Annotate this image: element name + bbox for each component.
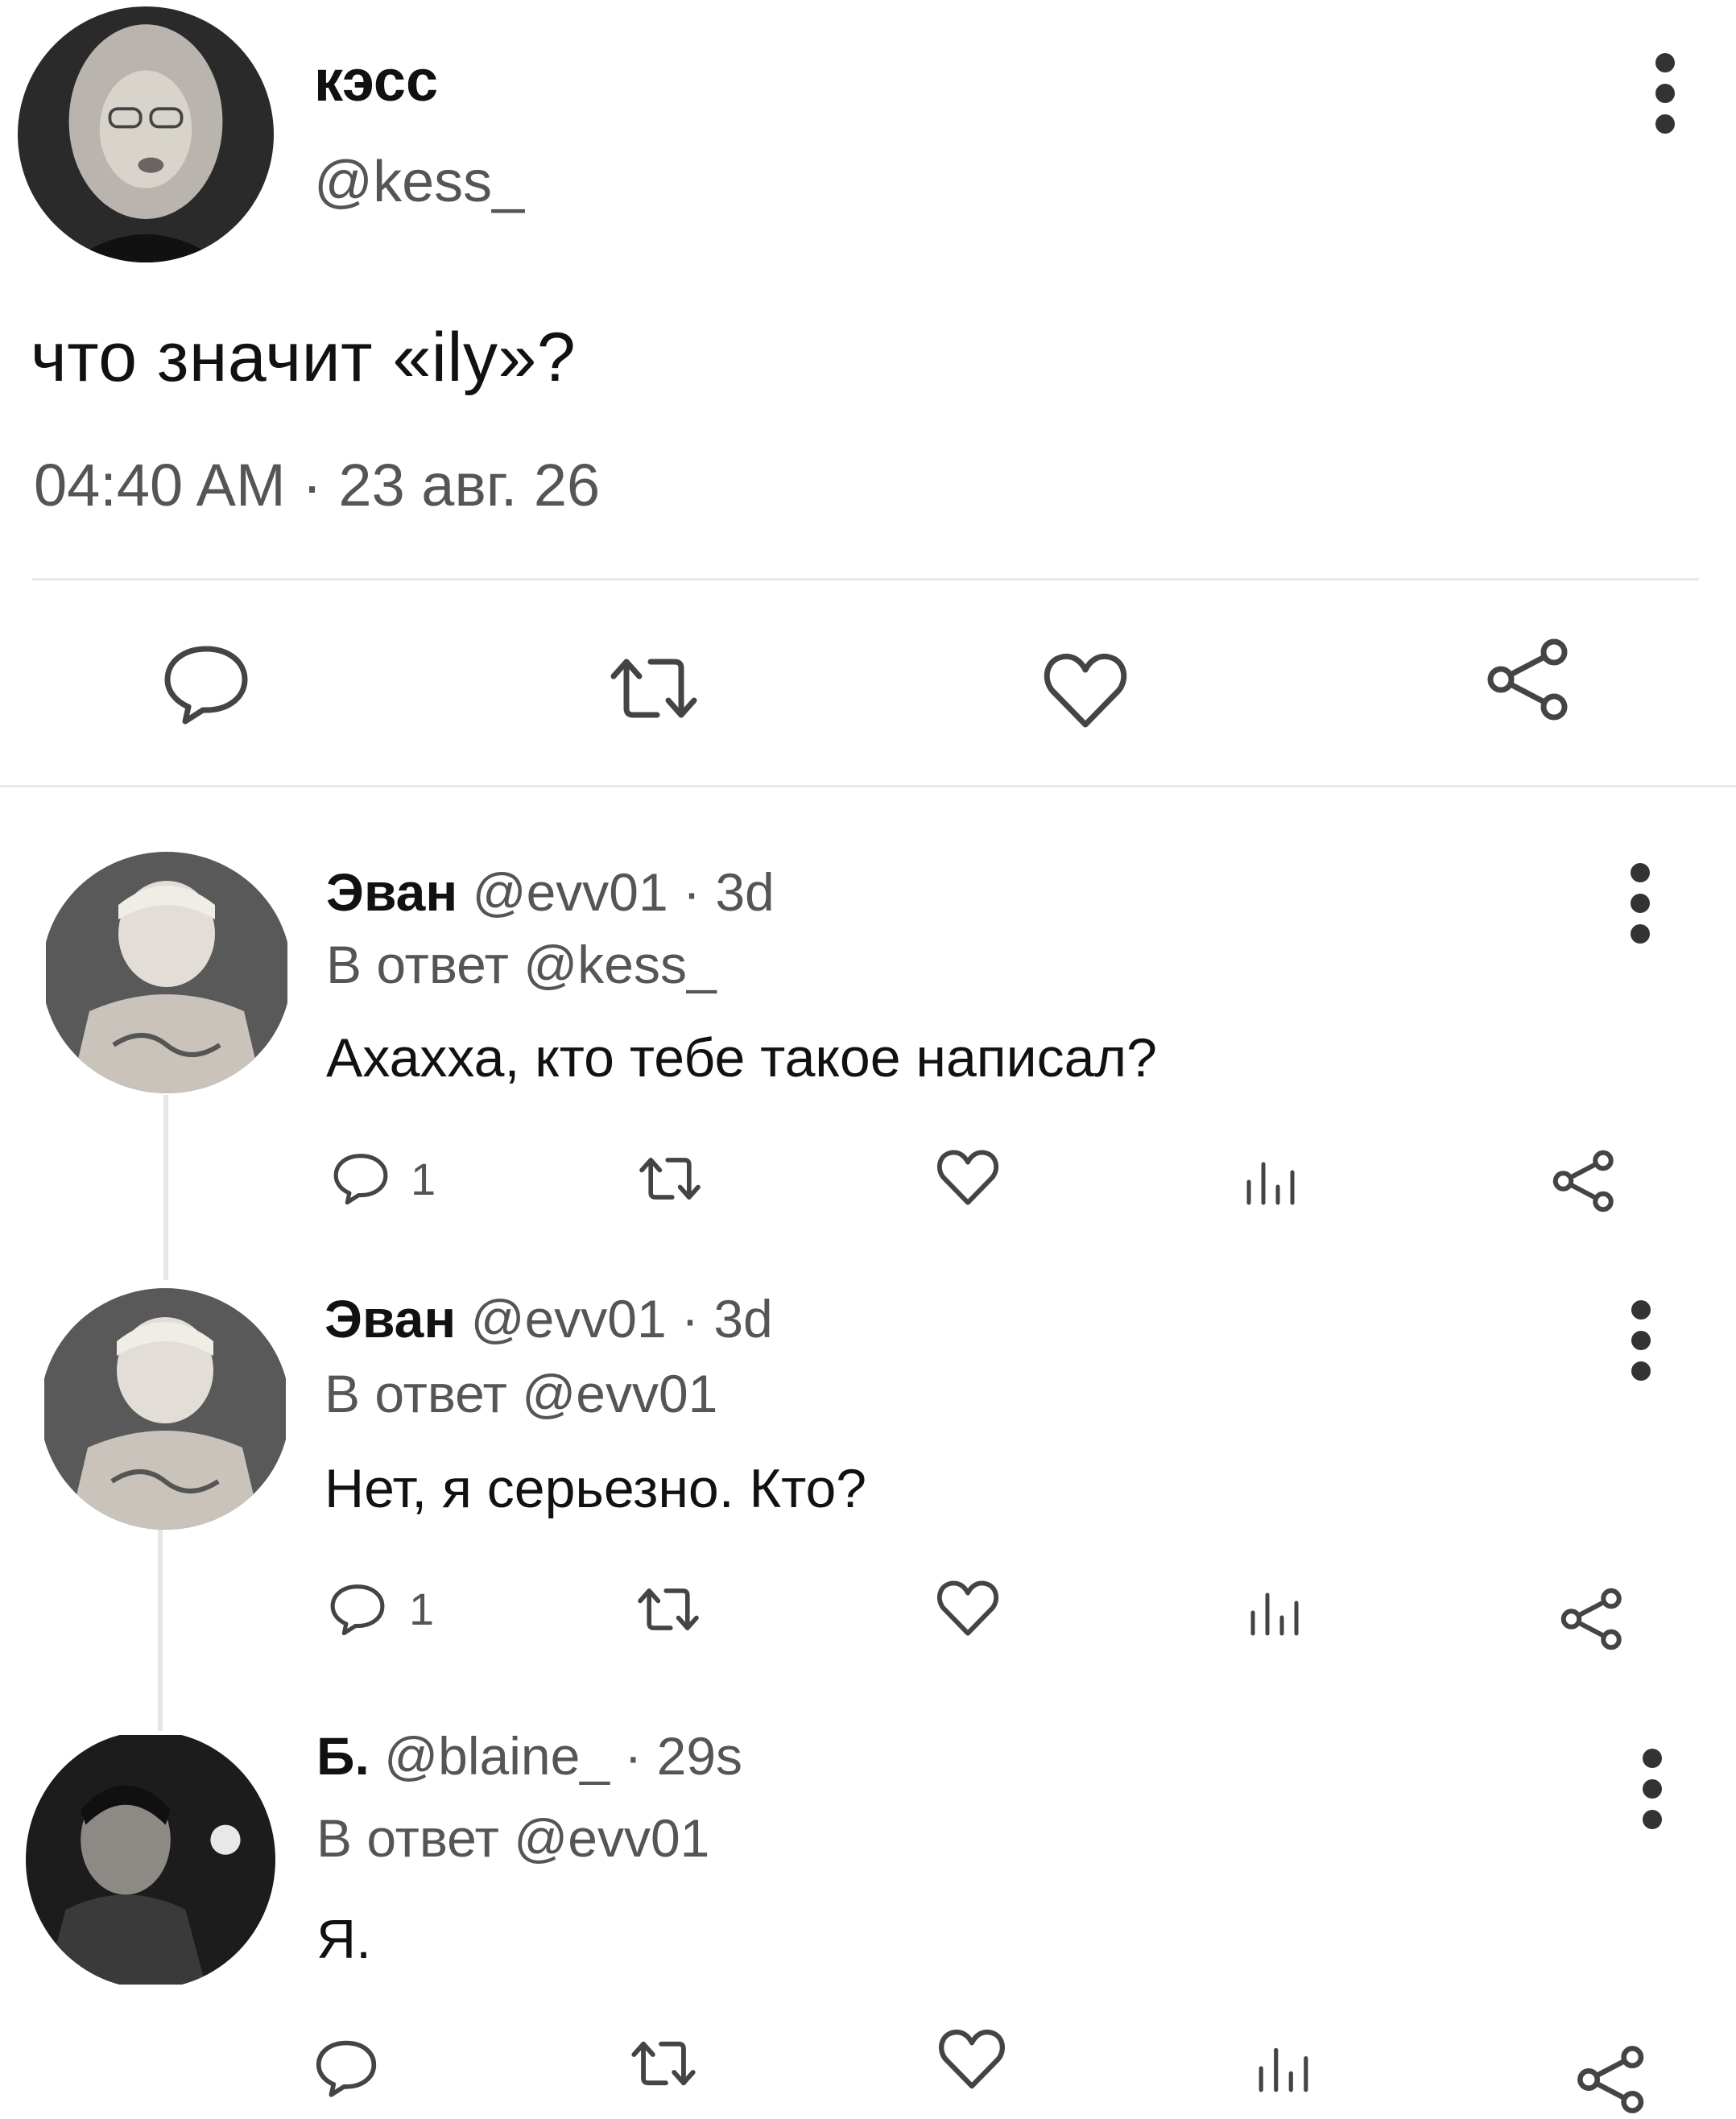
avatar-blaine[interactable] xyxy=(26,1731,275,1989)
reply-count: 1 xyxy=(411,1154,436,1204)
retweet-icon[interactable] xyxy=(636,1153,704,1204)
tweet-text: что значит «ily»? xyxy=(31,319,577,396)
share-icon[interactable] xyxy=(1558,1588,1626,1650)
thread-line xyxy=(163,1095,168,1280)
reply-header: Б. @blaine_ · 29s xyxy=(316,1725,742,1786)
reply-time: · 3d xyxy=(666,1289,773,1349)
reply-count: 1 xyxy=(409,1584,435,1634)
reply-text: Нет, я серьезно. Кто? xyxy=(324,1458,867,1519)
reply-author-name[interactable]: Эван xyxy=(324,1289,456,1349)
reply-text: Я. xyxy=(316,1909,371,1970)
share-icon[interactable] xyxy=(1550,1150,1618,1212)
reply-time: · 29s xyxy=(609,1726,743,1786)
reply-to-label[interactable]: В ответ @evv01 xyxy=(316,1807,709,1869)
reply-author-handle[interactable]: @blaine_ xyxy=(384,1726,610,1786)
views-icon[interactable] xyxy=(1248,1590,1301,1637)
divider xyxy=(32,578,1699,580)
reply-header: Эван @evv01 · 3d xyxy=(326,861,775,923)
divider xyxy=(0,785,1736,787)
avatar-evan[interactable] xyxy=(42,852,291,1093)
reply-author-name[interactable]: Б. xyxy=(316,1726,370,1786)
avatar-evan-image xyxy=(44,1288,286,1530)
retweet-icon[interactable] xyxy=(634,1584,702,1635)
author-handle[interactable]: @kess_ xyxy=(314,149,524,215)
reply-author-handle[interactable]: @evv01 xyxy=(471,1289,667,1349)
reply-time: · 3d xyxy=(668,862,775,922)
views-icon[interactable] xyxy=(1244,1159,1297,1206)
avatar-kess[interactable] xyxy=(18,6,274,262)
reply-text: Ахахха, кто тебе такое написал? xyxy=(326,1027,1157,1088)
thread-line xyxy=(158,1530,163,1731)
like-icon[interactable] xyxy=(936,1578,999,1638)
avatar-blaine-image xyxy=(26,1735,275,1985)
more-options-icon[interactable] xyxy=(1631,863,1650,955)
avatar-kess-image xyxy=(18,6,274,262)
reply-author-name[interactable]: Эван xyxy=(326,862,457,922)
reply-icon[interactable] xyxy=(161,644,251,725)
views-icon[interactable] xyxy=(1256,2045,1311,2093)
more-options-icon[interactable] xyxy=(1631,1300,1651,1392)
like-icon[interactable] xyxy=(938,2027,1006,2090)
avatar-evan-image xyxy=(46,852,287,1093)
like-icon[interactable] xyxy=(1043,651,1128,729)
author-name[interactable]: кэсс xyxy=(314,48,438,114)
reply-icon[interactable] xyxy=(314,2037,378,2100)
reply-icon[interactable] xyxy=(329,1580,386,1638)
reply-to-label[interactable]: В ответ @kess_ xyxy=(326,934,717,995)
reply-author-handle[interactable]: @evv01 xyxy=(473,862,668,922)
reply-icon[interactable] xyxy=(332,1150,390,1208)
more-options-icon[interactable] xyxy=(1643,1749,1662,1840)
reply-to-label[interactable]: В ответ @evv01 xyxy=(324,1363,717,1424)
retweet-icon[interactable] xyxy=(628,2037,699,2090)
retweet-icon[interactable] xyxy=(606,652,702,725)
more-options-icon[interactable] xyxy=(1655,53,1675,145)
tweet-timestamp: 04:40 AM · 23 авг. 26 xyxy=(34,452,601,518)
like-icon[interactable] xyxy=(936,1147,999,1207)
share-icon[interactable] xyxy=(1483,638,1573,721)
avatar-evan[interactable] xyxy=(40,1288,290,1530)
reply-header: Эван @evv01 · 3d xyxy=(324,1288,773,1349)
share-icon[interactable] xyxy=(1574,2045,1648,2114)
